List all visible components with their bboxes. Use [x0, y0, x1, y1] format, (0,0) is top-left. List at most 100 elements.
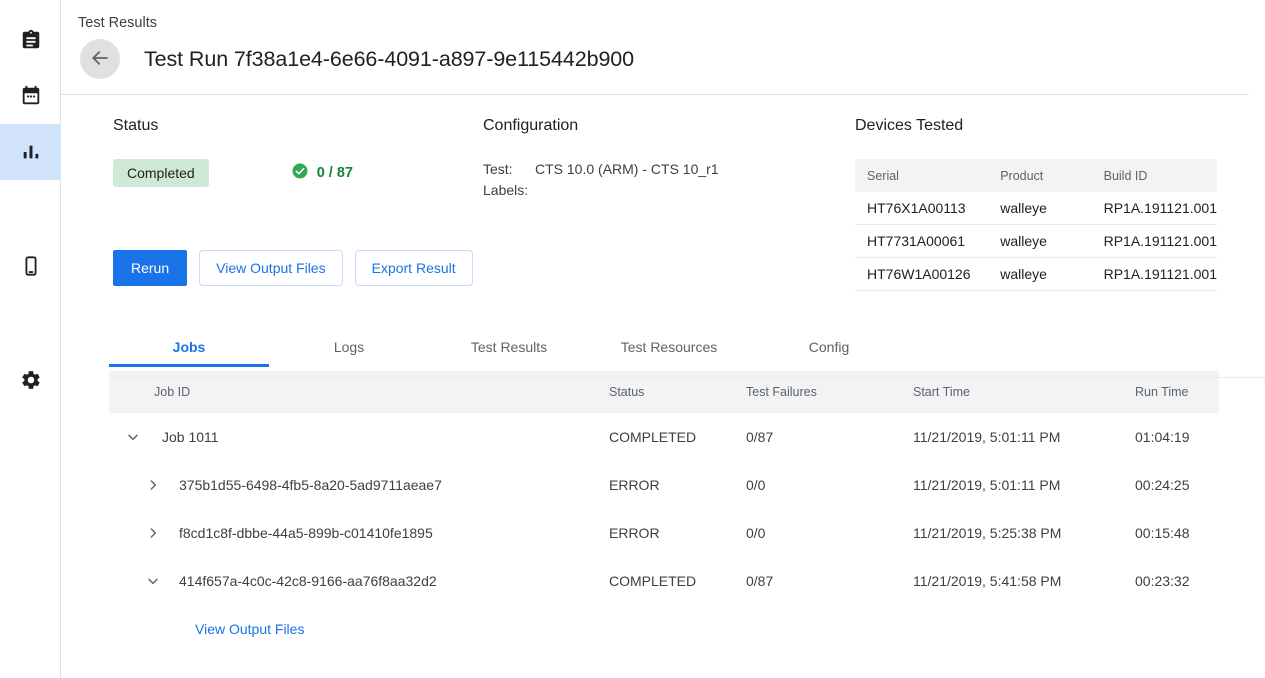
view-output-files-button[interactable]: View Output Files [199, 250, 342, 286]
main-content: Test Results Test Run 7f38a1e4-6e66-4091… [61, 0, 1265, 678]
status-column: Status Completed 0 / 87 Rerun [113, 116, 483, 291]
config-row: Labels: [483, 180, 855, 201]
table-row[interactable]: 375b1d55-6498-4fb5-8a20-5ad9711aeae7 ERR… [109, 461, 1219, 509]
chevron-down-icon[interactable] [121, 425, 145, 449]
job-run-time: 00:24:25 [1135, 461, 1219, 509]
devices-table: Serial Product Build ID HT76X1A00113 wal… [855, 159, 1217, 291]
config-key: Labels: [483, 180, 535, 201]
job-test-failures: 0/0 [746, 509, 913, 557]
job-start-time: 11/21/2019, 5:25:38 PM [913, 509, 1135, 557]
rerun-button[interactable]: Rerun [113, 250, 187, 286]
job-id-label: f8cd1c8f-dbbe-44a5-899b-c01410fe1895 [179, 525, 433, 541]
job-status: COMPLETED [609, 413, 746, 461]
job-id-cell: f8cd1c8f-dbbe-44a5-899b-c01410fe1895 [109, 521, 609, 545]
device-build-id: RP1A.191121.001 [1092, 258, 1217, 291]
arrow-left-icon [89, 47, 111, 72]
page-header: Test Results Test Run 7f38a1e4-6e66-4091… [61, 0, 1265, 94]
breadcrumb: Test Results [78, 14, 1265, 32]
devices-header-row: Serial Product Build ID [855, 159, 1217, 192]
device-build-id: RP1A.191121.001 [1092, 225, 1217, 258]
sidebar-item-test-results[interactable] [0, 124, 61, 180]
table-row[interactable]: 414f657a-4c0c-42c8-9166-aa76f8aa32d2 COM… [109, 557, 1219, 605]
job-id-label: 375b1d55-6498-4fb5-8a20-5ad9711aeae7 [179, 477, 442, 493]
job-test-failures: 0/87 [746, 557, 913, 605]
back-button[interactable] [80, 39, 120, 79]
summary-section: Status Completed 0 / 87 Rerun [61, 94, 1265, 291]
devices-column: Devices Tested Serial Product Build ID H… [855, 116, 1265, 291]
clipboard-icon [20, 29, 42, 51]
jobs-table: Job ID Status Test Failures Start Time R… [109, 371, 1219, 605]
job-run-time: 00:15:48 [1135, 509, 1219, 557]
status-heading: Status [113, 116, 483, 136]
job-id-label: 414f657a-4c0c-42c8-9166-aa76f8aa32d2 [179, 573, 437, 589]
devices-col-serial: Serial [855, 159, 988, 192]
sidebar-item-test-plans[interactable] [0, 68, 61, 124]
chevron-down-icon[interactable] [141, 569, 165, 593]
configuration-list: Test: CTS 10.0 (ARM) - CTS 10_r1 Labels: [483, 159, 855, 201]
tab-config[interactable]: Config [749, 327, 909, 367]
sidebar [0, 0, 61, 678]
sidebar-item-settings[interactable] [0, 352, 61, 408]
device-product: walleye [988, 225, 1091, 258]
chevron-right-icon[interactable] [141, 521, 165, 545]
view-output-files-link[interactable]: View Output Files [195, 621, 304, 637]
table-row: HT7731A00061 walleye RP1A.191121.001 [855, 225, 1217, 258]
tab-test-results[interactable]: Test Results [429, 327, 589, 367]
action-buttons: Rerun View Output Files Export Result [113, 250, 483, 286]
check-circle-icon [291, 162, 309, 185]
tab-jobs[interactable]: Jobs [109, 327, 269, 367]
job-test-failures: 0/0 [746, 461, 913, 509]
devices-col-product: Product [988, 159, 1091, 192]
tab-logs[interactable]: Logs [269, 327, 429, 367]
device-build-id: RP1A.191121.001 [1092, 192, 1217, 225]
table-row[interactable]: f8cd1c8f-dbbe-44a5-899b-c01410fe1895 ERR… [109, 509, 1219, 557]
config-key: Test: [483, 159, 535, 180]
device-serial: HT7731A00061 [855, 225, 988, 258]
device-product: walleye [988, 258, 1091, 291]
job-id-cell: 414f657a-4c0c-42c8-9166-aa76f8aa32d2 [109, 569, 609, 593]
job-test-failures: 0/87 [746, 413, 913, 461]
sidebar-item-devices[interactable] [0, 238, 61, 294]
configuration-heading: Configuration [483, 116, 855, 136]
job-id-cell: 375b1d55-6498-4fb5-8a20-5ad9711aeae7 [109, 473, 609, 497]
calendar-icon [20, 85, 42, 107]
devices-col-build-id: Build ID [1092, 159, 1217, 192]
job-status: ERROR [609, 509, 746, 557]
jobs-section: Job ID Status Test Failures Start Time R… [109, 371, 1265, 653]
status-badge: Completed [113, 159, 209, 187]
job-start-time: 11/21/2019, 5:01:11 PM [913, 461, 1135, 509]
device-serial: HT76W1A00126 [855, 258, 988, 291]
pass-count: 0 / 87 [317, 165, 353, 181]
export-result-button[interactable]: Export Result [355, 250, 473, 286]
page-title: Test Run 7f38a1e4-6e66-4091-a897-9e11544… [144, 47, 634, 72]
tab-bar-underline [109, 377, 1265, 378]
job-id-label: Job 1011 [162, 429, 219, 445]
device-serial: HT76X1A00113 [855, 192, 988, 225]
table-row: HT76W1A00126 walleye RP1A.191121.001 [855, 258, 1217, 291]
job-id-cell: Job 1011 [109, 425, 609, 449]
tab-test-resources[interactable]: Test Resources [589, 327, 749, 367]
title-row: Test Run 7f38a1e4-6e66-4091-a897-9e11544… [80, 39, 1265, 79]
job-status: COMPLETED [609, 557, 746, 605]
sidebar-item-test-suites[interactable] [0, 12, 61, 68]
chevron-right-icon[interactable] [141, 473, 165, 497]
config-value: CTS 10.0 (ARM) - CTS 10_r1 [535, 159, 719, 180]
table-row: HT76X1A00113 walleye RP1A.191121.001 [855, 192, 1217, 225]
jobs-footer: View Output Files [109, 605, 1265, 653]
job-status: ERROR [609, 461, 746, 509]
devices-heading: Devices Tested [855, 116, 1265, 136]
config-row: Test: CTS 10.0 (ARM) - CTS 10_r1 [483, 159, 855, 180]
app-root: Test Results Test Run 7f38a1e4-6e66-4091… [0, 0, 1265, 678]
device-product: walleye [988, 192, 1091, 225]
bar-chart-icon [20, 141, 42, 163]
status-line: Completed 0 / 87 [113, 159, 483, 187]
table-row[interactable]: Job 1011 COMPLETED 0/87 11/21/2019, 5:01… [109, 413, 1219, 461]
gear-icon [20, 369, 42, 391]
job-start-time: 11/21/2019, 5:01:11 PM [913, 413, 1135, 461]
job-run-time: 01:04:19 [1135, 413, 1219, 461]
configuration-column: Configuration Test: CTS 10.0 (ARM) - CTS… [483, 116, 855, 291]
smartphone-icon [20, 255, 42, 277]
job-start-time: 11/21/2019, 5:41:58 PM [913, 557, 1135, 605]
tab-bar: Jobs Logs Test Results Test Resources Co… [109, 327, 1219, 371]
pass-count-group: 0 / 87 [291, 162, 353, 185]
